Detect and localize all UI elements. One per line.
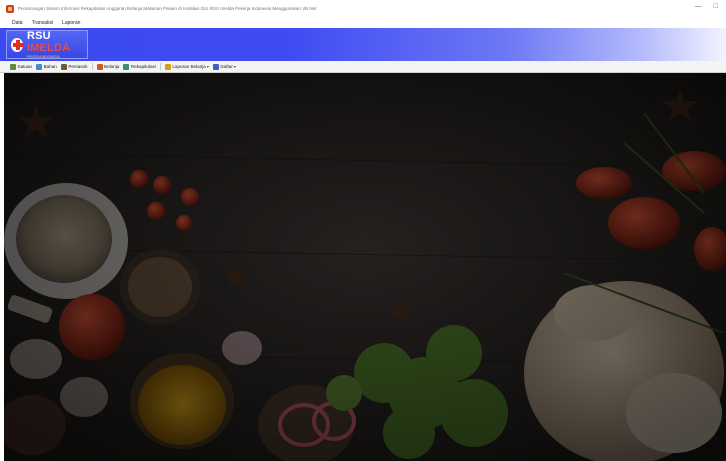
toolbar-satuan-label: Satuan [17,64,33,69]
logo-rsu: RSU [26,30,51,42]
logo-subtitle: PEKERJA INDONESIA [26,55,60,59]
menu-bar: Data Transaksi Laporan [0,17,726,28]
toolbar-satuan-button[interactable]: Satuan [10,63,33,70]
toolbar-rekapitulasi-label: Rekapitulasi [130,64,156,69]
chevron-down-icon[interactable]: ▾ [234,64,236,69]
menu-laporan[interactable]: Laporan [62,20,80,26]
menu-transaksi[interactable]: Transaksi [32,20,54,26]
truck-icon [60,63,67,70]
toolbar-laporan-belanja-label: Laporan Belanja [172,64,206,69]
toolbar-separator [91,63,93,70]
menu-data[interactable]: Data [12,20,23,26]
report-icon [164,63,171,70]
title-bar: Perancangan Sistem Informasi Rekapitulas… [0,0,726,17]
logo-imelda: IMELDA [26,42,71,54]
list-icon [212,63,219,70]
toolbar-bahan-button[interactable]: Bahan [36,63,57,70]
background-food-image [4,73,726,461]
toolbar: Satuan Bahan Pemasok Belanja Rekapitulas… [0,61,726,73]
toolbar-laporan-belanja-button[interactable]: Laporan Belanja ▾ [164,63,209,70]
toolbar-belanja-button[interactable]: Belanja [96,63,120,70]
toolbar-daftar-label: Daftar [220,64,233,69]
toolbar-pemasok-button[interactable]: Pemasok [60,63,88,70]
maximize-button[interactable]: □ [714,2,718,12]
toolbar-pemasok-label: Pemasok [68,64,88,69]
window-controls: — □ [695,2,718,12]
chevron-down-icon[interactable]: ▾ [207,64,209,69]
box-icon [36,63,43,70]
table-icon [123,63,130,70]
logo-title: RSU IMELDA [27,30,87,54]
hospital-logo: RSU IMELDA PEKERJA INDONESIA [6,30,88,59]
toolbar-daftar-button[interactable]: Daftar ▾ [212,63,236,70]
window-title: Perancangan Sistem Informasi Rekapitulas… [18,6,317,11]
medical-cross-icon [11,37,23,52]
logo-text: RSU IMELDA PEKERJA INDONESIA [27,30,87,59]
cart-icon [96,63,103,70]
app-icon [6,4,14,13]
toolbar-belanja-label: Belanja [104,64,120,69]
ruler-icon [10,63,16,70]
toolbar-bahan-label: Bahan [43,64,57,69]
toolbar-rekapitulasi-button[interactable]: Rekapitulasi [123,63,156,70]
header-banner: RSU IMELDA PEKERJA INDONESIA [0,28,726,61]
main-workspace [4,73,726,461]
minimize-button[interactable]: — [695,2,702,12]
toolbar-separator [159,63,161,70]
